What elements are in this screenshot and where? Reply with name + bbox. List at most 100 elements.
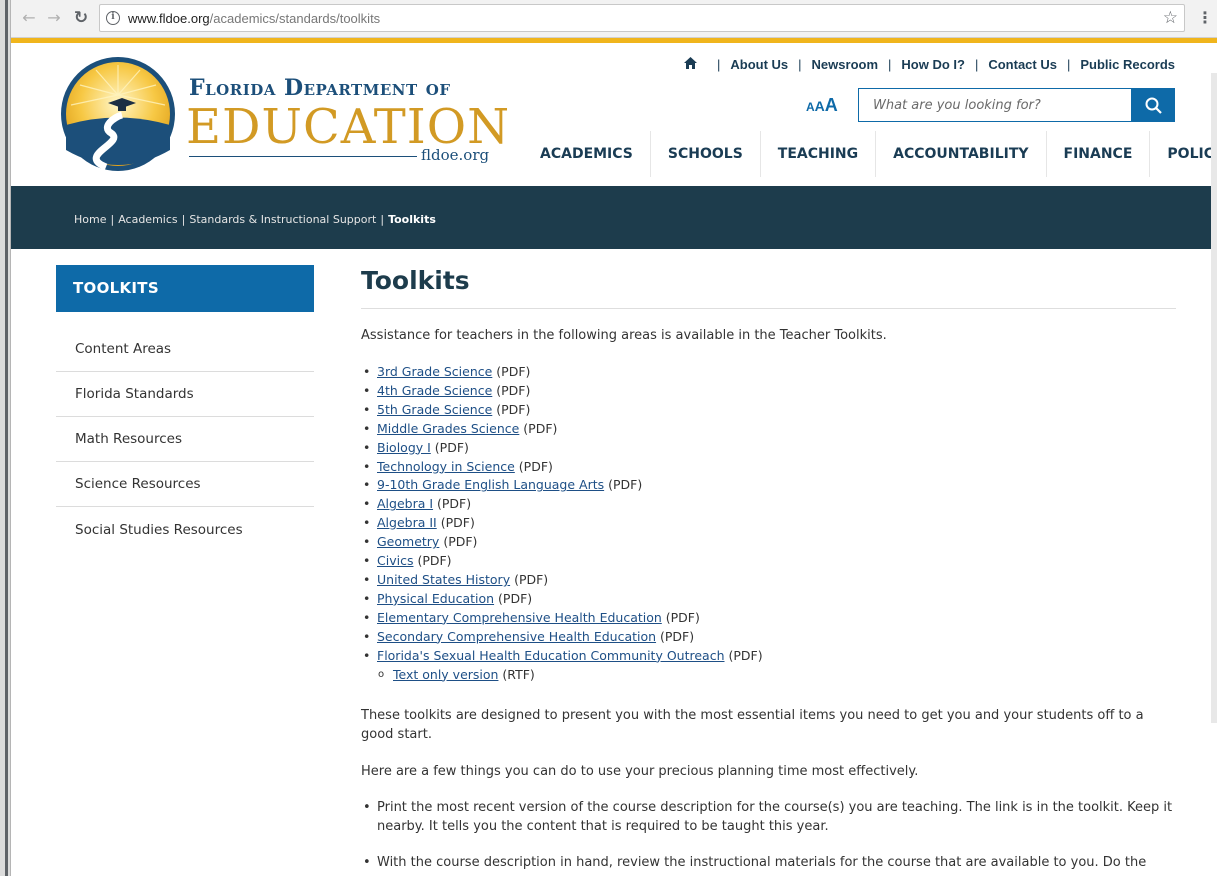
toolkit-link[interactable]: Elementary Comprehensive Health Educatio… xyxy=(377,610,662,625)
browser-toolbar: ← → ↻ i www.fldoe.org/academics/standard… xyxy=(11,0,1217,38)
list-item: United States History (PDF) xyxy=(361,571,1176,590)
window-border xyxy=(5,0,8,876)
file-type: (PDF) xyxy=(510,571,549,587)
sidebar-menu: Content Areas Florida Standards Math Res… xyxy=(56,327,314,552)
search-button[interactable] xyxy=(1132,88,1175,122)
public-records-link[interactable]: Public Records xyxy=(1080,57,1175,72)
text-size-medium[interactable]: A xyxy=(815,98,825,114)
info-icon[interactable]: i xyxy=(106,11,120,25)
how-do-i-link[interactable]: How Do I? xyxy=(901,57,965,72)
toolkit-link[interactable]: Secondary Comprehensive Health Education xyxy=(377,629,656,644)
logo-url: fldoe.org xyxy=(421,146,490,164)
description-paragraph: These toolkits are designed to present y… xyxy=(361,708,1144,743)
sidebar-item-content-areas[interactable]: Content Areas xyxy=(56,327,314,372)
left-window-edge xyxy=(0,0,11,876)
file-type: (PDF) xyxy=(492,382,531,398)
separator: | xyxy=(798,57,802,72)
breadcrumb-separator: | xyxy=(380,213,385,226)
utility-nav: | About Us | Newsroom | How Do I? | Cont… xyxy=(683,57,1175,72)
file-type: (PDF) xyxy=(514,458,553,474)
text-only-version-link[interactable]: Text only version xyxy=(393,667,498,682)
breadcrumb-separator: | xyxy=(110,213,115,226)
sidebar-item-science-resources[interactable]: Science Resources xyxy=(56,462,314,507)
nav-academics[interactable]: ACADEMICS xyxy=(523,131,650,177)
list-item: Algebra I (PDF) xyxy=(361,495,1176,514)
separator: | xyxy=(974,57,979,72)
sidebar-item-math-resources[interactable]: Math Resources xyxy=(56,417,314,462)
newsroom-link[interactable]: Newsroom xyxy=(812,57,878,72)
breadcrumb-band: Home | Academics | Standards & Instructional… xyxy=(11,186,1217,249)
file-type: (PDF) xyxy=(439,534,478,550)
contact-us-link[interactable]: Contact Us xyxy=(988,57,1057,72)
list-item: Middle Grades Science (PDF) xyxy=(361,420,1176,439)
toolkit-link[interactable]: Physical Education xyxy=(377,591,494,606)
site-header: Florida Department of EDUCATION fldoe.or… xyxy=(11,43,1217,186)
toolkit-link[interactable]: Florida's Sexual Health Education Commun… xyxy=(377,648,725,663)
toolkit-link[interactable]: Civics xyxy=(377,553,413,568)
breadcrumb-academics[interactable]: Academics xyxy=(118,213,177,226)
toolkit-link[interactable]: 9-10th Grade English Language Arts xyxy=(377,477,604,492)
fldoe-seal-logo[interactable] xyxy=(56,55,186,173)
text-size-control[interactable]: AAA xyxy=(806,95,838,116)
toolkit-link[interactable]: United States History xyxy=(377,572,510,587)
toolkit-link[interactable]: Geometry xyxy=(377,534,439,549)
list-item: 5th Grade Science (PDF) xyxy=(361,401,1176,420)
home-icon[interactable] xyxy=(683,57,697,72)
toolkit-link[interactable]: Middle Grades Science xyxy=(377,421,519,436)
breadcrumb-home[interactable]: Home xyxy=(74,213,106,226)
text-size-small[interactable]: A xyxy=(806,100,815,114)
file-type: (PDF) xyxy=(494,590,533,606)
address-bar[interactable]: i www.fldoe.org/academics/standards/tool… xyxy=(99,4,1185,32)
main-content: Toolkits Assistance for teachers in the … xyxy=(361,265,1176,876)
toolkit-link[interactable]: 3rd Grade Science xyxy=(377,364,492,379)
sidebar-item-florida-standards[interactable]: Florida Standards xyxy=(56,372,314,417)
file-type: (PDF) xyxy=(656,628,695,644)
file-type: (PDF) xyxy=(661,609,700,625)
text-size-large[interactable]: A xyxy=(825,95,838,116)
breadcrumb-standards[interactable]: Standards & Instructional Support xyxy=(189,213,376,226)
toolkit-link[interactable]: Algebra II xyxy=(377,515,437,530)
search-input[interactable] xyxy=(859,89,1131,121)
nav-schools[interactable]: SCHOOLS xyxy=(649,131,760,177)
reload-icon[interactable]: ↻ xyxy=(71,8,91,28)
list-item: Algebra II (PDF) xyxy=(361,514,1176,533)
intro-text: Assistance for teachers in the following… xyxy=(361,328,887,343)
logo-rule xyxy=(189,156,417,157)
bookmark-star-icon[interactable]: ☆ xyxy=(1163,8,1178,28)
scrollbar-thumb[interactable] xyxy=(1211,73,1217,723)
separator: | xyxy=(888,57,892,72)
main-navigation: ACADEMICS SCHOOLS TEACHING ACCOUNTABILIT… xyxy=(523,131,1217,177)
url-text[interactable]: www.fldoe.org/academics/standards/toolki… xyxy=(128,11,380,26)
breadcrumb-separator: | xyxy=(181,213,186,226)
browser-menu-icon[interactable]: ⋮ xyxy=(1197,8,1213,27)
sidebar-title: TOOLKITS xyxy=(56,265,314,312)
search-field[interactable] xyxy=(858,88,1132,122)
planning-paragraph: Here are a few things you can do to use … xyxy=(361,764,919,780)
nav-accountability[interactable]: ACCOUNTABILITY xyxy=(875,131,1045,177)
list-item: Biology I (PDF) xyxy=(361,439,1176,458)
url-path: /academics/standards/toolkits xyxy=(209,11,381,26)
separator: | xyxy=(1066,57,1071,72)
page-scrollbar[interactable] xyxy=(1211,43,1217,876)
list-item: Technology in Science (PDF) xyxy=(361,458,1176,477)
toolkit-link[interactable]: Algebra I xyxy=(377,496,433,511)
about-us-link[interactable]: About Us xyxy=(730,57,788,72)
sidebar-item-social-studies-resources[interactable]: Social Studies Resources xyxy=(56,507,314,552)
toolkit-link[interactable]: 5th Grade Science xyxy=(377,402,492,417)
tip-item: Print the most recent version of the cou… xyxy=(361,798,1176,836)
list-item: 4th Grade Science (PDF) xyxy=(361,382,1176,401)
search-icon xyxy=(1145,97,1162,114)
nav-finance[interactable]: FINANCE xyxy=(1045,131,1150,177)
file-type: (PDF) xyxy=(724,647,763,663)
toolkit-link[interactable]: Technology in Science xyxy=(377,459,515,474)
toolkit-link[interactable]: 4th Grade Science xyxy=(377,383,492,398)
breadcrumb: Home | Academics | Standards & Instructional… xyxy=(74,213,436,226)
nav-teaching[interactable]: TEACHING xyxy=(759,131,875,177)
nav-policy[interactable]: POLICY xyxy=(1149,131,1217,177)
list-item: Civics (PDF) xyxy=(361,552,1176,571)
forward-arrow-icon[interactable]: → xyxy=(44,8,64,28)
toolkit-list: 3rd Grade Science (PDF) 4th Grade Scienc… xyxy=(361,363,1176,684)
back-arrow-icon[interactable]: ← xyxy=(19,8,39,28)
file-type: (PDF) xyxy=(519,420,558,436)
toolkit-link[interactable]: Biology I xyxy=(377,440,431,455)
